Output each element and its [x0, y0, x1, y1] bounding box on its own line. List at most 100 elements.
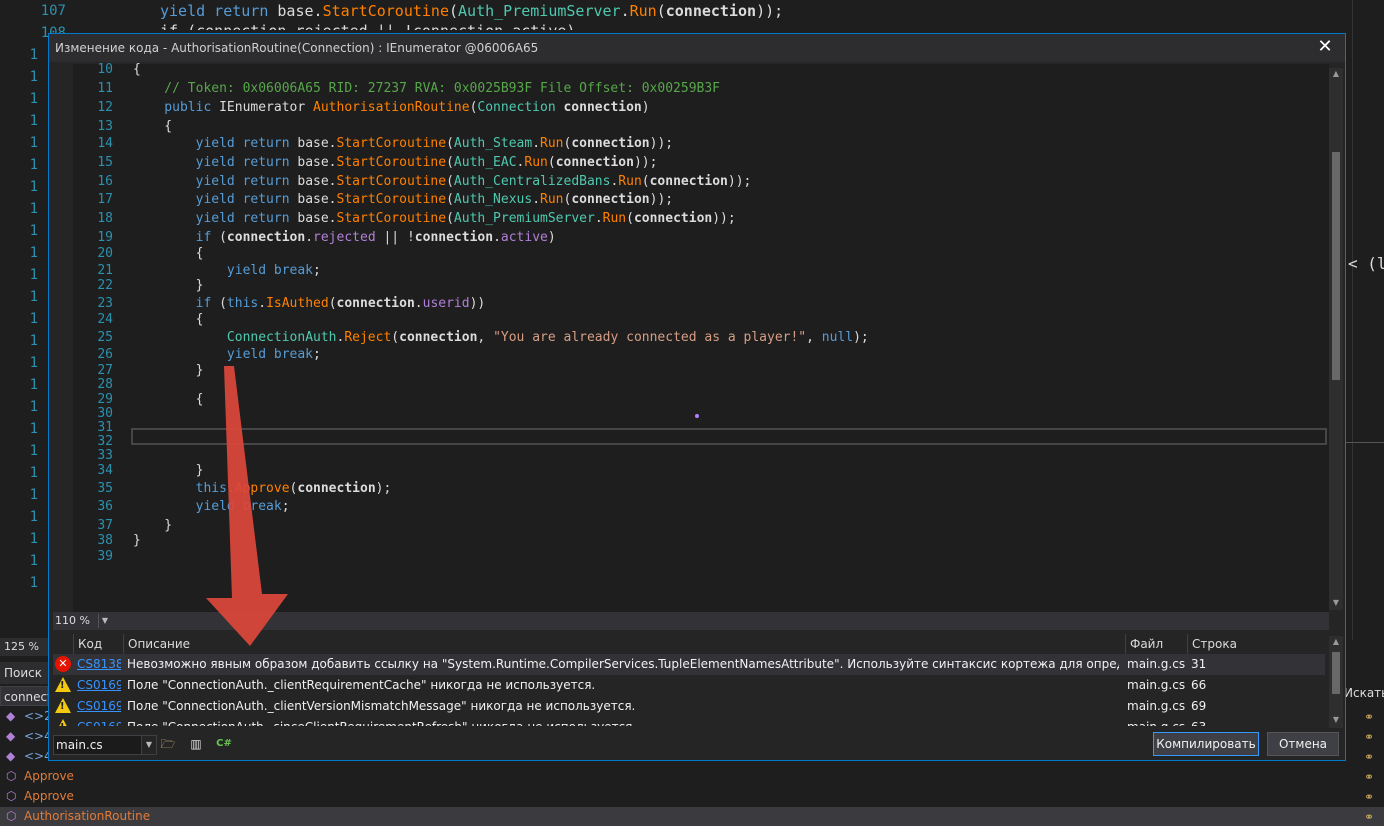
- tree-item[interactable]: ◆ <>2: [6, 706, 52, 726]
- code-line[interactable]: }: [133, 361, 204, 380]
- code-token: active: [500, 230, 548, 245]
- code-token: (: [219, 296, 227, 311]
- result-link-icon[interactable]: ⚭: [1364, 790, 1380, 804]
- code-token: .: [532, 136, 541, 151]
- result-link-icon[interactable]: ⚭: [1364, 770, 1380, 784]
- code-token: connection: [226, 230, 306, 245]
- references-icon[interactable]: ▥: [187, 736, 205, 752]
- column-header-file[interactable]: Файл: [1125, 634, 1187, 654]
- code-token: StartCoroutine: [336, 211, 447, 226]
- code-line[interactable]: yield return base.StartCoroutine(Auth_Ce…: [133, 172, 752, 191]
- code-line[interactable]: {: [133, 60, 141, 79]
- error-list-scrollbar-thumb[interactable]: [1332, 652, 1340, 694]
- close-button[interactable]: ✕: [1315, 37, 1335, 57]
- chevron-down-icon[interactable]: ▼: [98, 614, 111, 628]
- code-line[interactable]: // Token: 0x06006A65 RID: 27237 RVA: 0x0…: [133, 79, 720, 98]
- class-icon: ◆: [6, 709, 16, 723]
- code-line[interactable]: }: [133, 531, 141, 550]
- code-line[interactable]: }: [133, 276, 204, 295]
- error-row[interactable]: ✕ CS8138 Невозможно явным образом добавить…: [53, 654, 1325, 675]
- tree-item[interactable]: ⬡ Approve: [6, 786, 74, 806]
- error-row[interactable]: ! CS0169 Поле "ConnectionAuth._sinceClient…: [53, 717, 1325, 726]
- compile-button[interactable]: Компилировать: [1153, 732, 1259, 756]
- code-line[interactable]: public IEnumerator AuthorisationRoutine(…: [133, 98, 649, 117]
- line-number: 10: [97, 62, 113, 77]
- code-token: (: [641, 174, 650, 189]
- background-line-number: 107: [40, 3, 66, 19]
- code-line[interactable]: yield break;: [133, 497, 290, 516]
- background-line-number: 1: [29, 311, 38, 327]
- warning-icon: !: [55, 677, 71, 692]
- code-token: (: [446, 155, 454, 170]
- scroll-down-arrow-icon[interactable]: ▼: [1329, 597, 1343, 609]
- code-editor[interactable]: 10 {11 // Token: 0x06006A65 RID: 27237 RV…: [73, 62, 1329, 612]
- result-link-icon[interactable]: ⚭: [1364, 710, 1380, 724]
- code-token: .: [493, 230, 501, 245]
- code-token: base.: [297, 192, 337, 207]
- column-header-description[interactable]: Описание: [123, 634, 1125, 654]
- editor-scrollbar-thumb[interactable]: [1332, 152, 1340, 380]
- code-line[interactable]: {: [133, 310, 204, 329]
- result-link-icon[interactable]: ⚭: [1364, 750, 1380, 764]
- method-icon: ⬡: [6, 809, 17, 823]
- code-token: );: [375, 481, 392, 496]
- error-code[interactable]: CS0169: [77, 699, 121, 713]
- background-line-number: 1: [29, 289, 38, 305]
- line-number: 16: [97, 174, 113, 189]
- csharp-icon[interactable]: C#: [215, 736, 233, 752]
- column-header-code[interactable]: Код: [73, 634, 123, 654]
- open-folder-icon[interactable]: 🗁: [159, 736, 177, 752]
- error-code[interactable]: CS0169: [77, 678, 121, 692]
- scroll-down-arrow-icon[interactable]: ▼: [1329, 714, 1343, 726]
- code-token: );: [853, 330, 869, 345]
- error-code-cell: CS0169: [77, 696, 121, 717]
- error-row[interactable]: ! CS0169 Поле "ConnectionAuth._clientVersi…: [53, 696, 1325, 717]
- background-line-number: 1: [29, 509, 38, 525]
- zoom-select[interactable]: 110 % ▼: [55, 614, 111, 628]
- code-line[interactable]: yield return base.StartCoroutine(Auth_Pr…: [133, 209, 736, 228]
- search-panel-tab[interactable]: Поиск: [0, 662, 52, 684]
- background-line-number: 1: [29, 179, 38, 195]
- code-token: (: [446, 174, 454, 189]
- background-line-number: 1: [29, 223, 38, 239]
- error-row[interactable]: ! CS0169 Поле "ConnectionAuth._clientRequi…: [53, 675, 1325, 696]
- editor-status-bar: [53, 612, 1329, 630]
- result-link-icon[interactable]: ⚭: [1364, 730, 1380, 744]
- class-icon: ◆: [6, 749, 16, 763]
- code-line[interactable]: yield return base.StartCoroutine(Auth_Ne…: [133, 190, 674, 209]
- chevron-down-icon[interactable]: ▼: [141, 736, 156, 754]
- code-line[interactable]: yield return base.StartCoroutine(Auth_St…: [133, 134, 674, 153]
- background-code-line-partial: if (connection.rejected || !connection.a…: [160, 20, 575, 30]
- file-select[interactable]: main.cs ▼: [53, 735, 157, 755]
- cancel-button[interactable]: Отмена: [1267, 732, 1339, 756]
- code-token: yield return: [133, 192, 298, 207]
- code-line[interactable]: yield return base.StartCoroutine(Auth_EA…: [133, 153, 658, 172]
- warning-icon: !: [55, 698, 71, 713]
- background-zoom-level[interactable]: 125 %: [0, 638, 52, 656]
- error-code[interactable]: CS8138: [77, 657, 121, 671]
- error-file: main.g.cs: [1127, 699, 1185, 713]
- dialog-title-bar[interactable]: Изменение кода - AuthorisationRoutine(Co…: [49, 34, 1345, 62]
- result-link-icon[interactable]: ⚭: [1364, 810, 1380, 824]
- tree-item[interactable]: ⬡ AuthorisationRoutine: [6, 806, 150, 826]
- code-line[interactable]: }: [133, 461, 204, 480]
- code-line[interactable]: {: [133, 390, 204, 409]
- search-for-label: Искать:: [1344, 686, 1384, 700]
- background-divider: [1346, 442, 1384, 443]
- column-header-line[interactable]: Строка: [1187, 634, 1325, 654]
- error-code[interactable]: CS0169: [77, 720, 121, 726]
- code-token: Auth_PremiumServer: [453, 211, 595, 226]
- line-number: 11: [97, 81, 113, 96]
- scroll-up-arrow-icon[interactable]: ▲: [1329, 636, 1343, 648]
- search-input[interactable]: connect: [0, 686, 52, 706]
- code-line[interactable]: this.Approve(connection);: [133, 479, 392, 498]
- code-token: {: [133, 119, 173, 134]
- code-token: (: [656, 2, 666, 20]
- scroll-up-arrow-icon[interactable]: ▲: [1329, 68, 1343, 80]
- background-line-number: 1: [29, 157, 38, 173]
- code-token: {: [133, 246, 204, 261]
- tree-item[interactable]: ⬡ Approve: [6, 766, 74, 786]
- tree-item[interactable]: ◆ <>4: [6, 726, 52, 746]
- tree-item[interactable]: ◆ <>4: [6, 746, 52, 766]
